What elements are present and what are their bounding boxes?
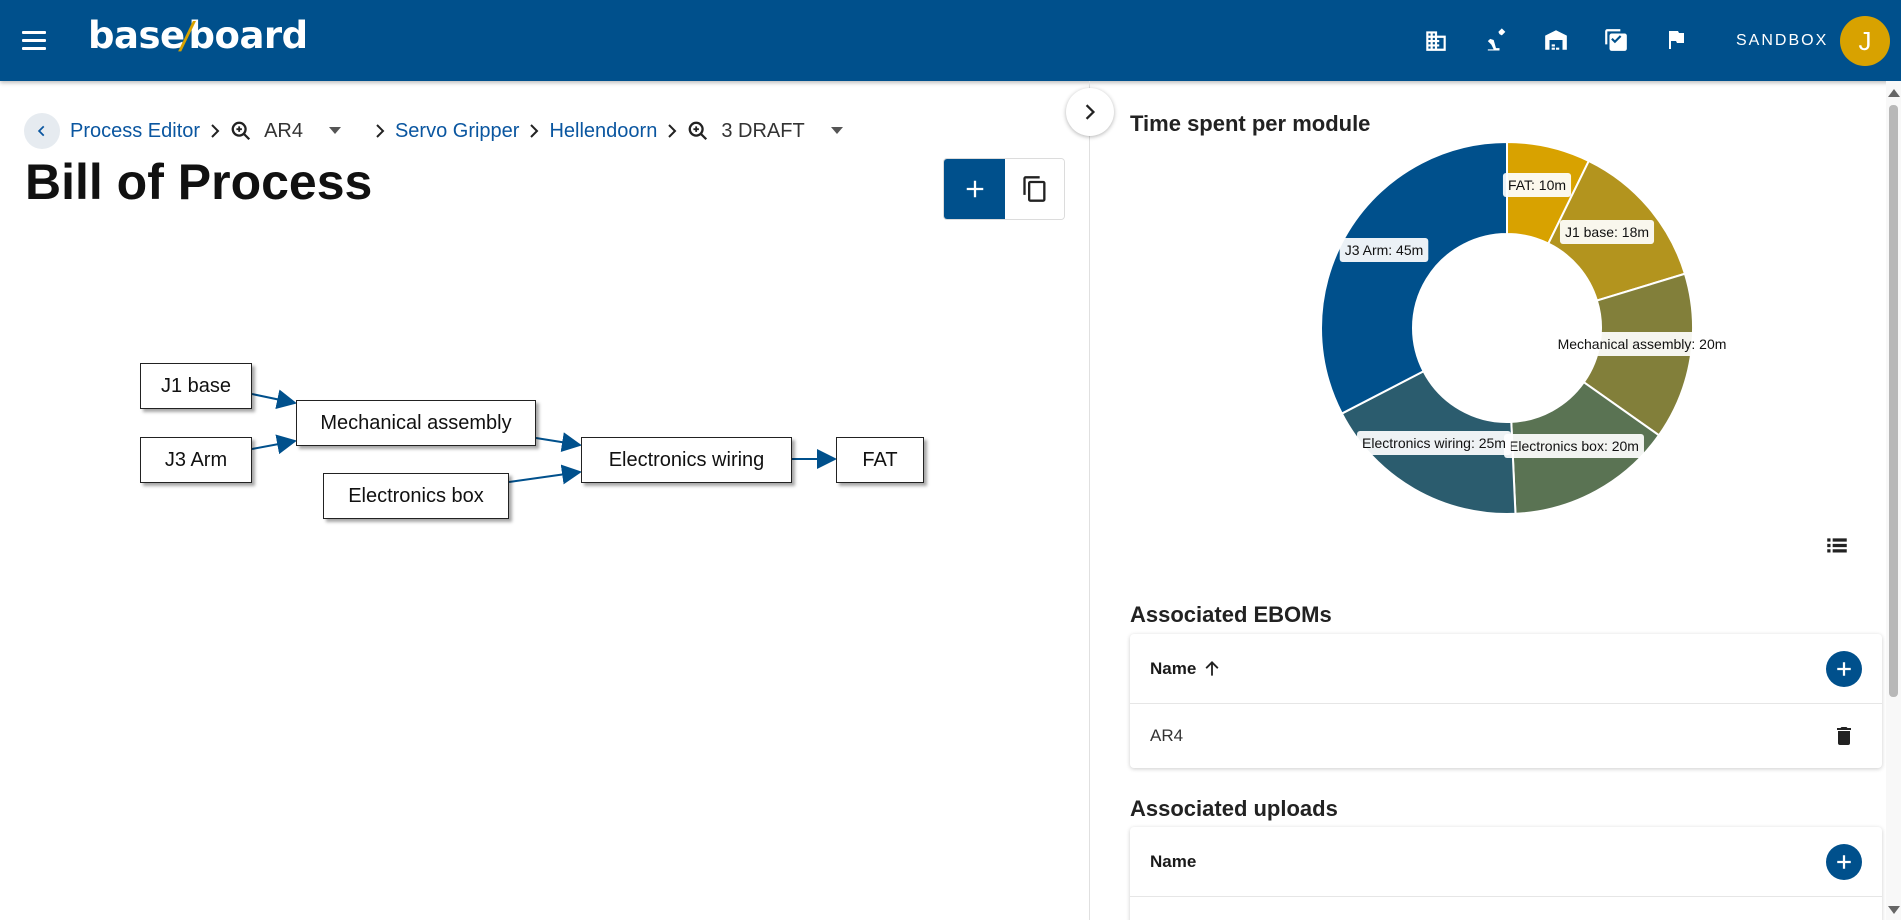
uploads-table-header: Name [1130, 827, 1882, 897]
table-row[interactable]: AR4 [1130, 704, 1882, 768]
donut-slice-label: FAT: 10m [1502, 173, 1572, 197]
breadcrumb-hellendoorn[interactable]: Hellendoorn [549, 120, 657, 143]
logo-board-text: board [188, 14, 309, 57]
app-logo[interactable]: base / board [88, 14, 308, 64]
environment-label: SANDBOX [1736, 32, 1829, 49]
search-icon[interactable] [687, 120, 709, 142]
svg-text:Electronics box: 20m: Electronics box: 20m [1509, 438, 1639, 454]
action-button-group [943, 158, 1065, 220]
revision-select[interactable]: 3 DRAFT [721, 120, 804, 143]
top-nav [1420, 24, 1692, 56]
add-upload-button[interactable] [1826, 844, 1862, 880]
node-j3-arm[interactable]: J3 Arm [140, 437, 252, 483]
copy-button[interactable] [1005, 159, 1064, 219]
plus-icon [1837, 855, 1851, 869]
edge-j1-mech [251, 389, 297, 410]
donut-slice[interactable] [1320, 140, 1508, 415]
edge-mech-ewire [535, 432, 582, 453]
chevron-right-icon [210, 124, 220, 138]
dropdown-arrow-icon[interactable] [830, 127, 843, 135]
chevron-right-icon [667, 124, 677, 138]
dropdown-arrow-icon[interactable] [328, 127, 341, 135]
name-column-header[interactable]: Name [1150, 852, 1196, 872]
donut-slice-label: Electronics box: 20m [1504, 434, 1644, 458]
uploads-section-title: Associated uploads [1130, 796, 1338, 821]
node-mechanical-assembly[interactable]: Mechanical assembly [296, 400, 536, 446]
building-icon[interactable] [1420, 24, 1452, 56]
product-select[interactable]: AR4 [264, 120, 303, 143]
ebom-table: Name AR4 [1130, 634, 1882, 768]
donut-slice-label: Mechanical assembly: 20m [1552, 332, 1732, 356]
copy-icon [1022, 176, 1045, 202]
plus-icon [1837, 662, 1851, 676]
donut-slice-label: Electronics wiring: 25m [1357, 431, 1511, 455]
table-row[interactable] [1130, 897, 1882, 920]
trash-icon[interactable] [1832, 724, 1856, 748]
collapse-panel-button[interactable] [1066, 88, 1114, 136]
scroll-down-arrow[interactable] [1888, 906, 1900, 914]
logo-base-text: base [88, 14, 185, 57]
chevron-left-icon [37, 125, 45, 137]
back-button[interactable] [24, 113, 60, 149]
svg-text:FAT: 10m: FAT: 10m [1508, 177, 1566, 193]
node-j1-base[interactable]: J1 base [140, 363, 252, 409]
plus-icon [966, 180, 983, 198]
search-icon[interactable] [230, 120, 252, 142]
warehouse-icon[interactable] [1540, 24, 1572, 56]
ebom-table-header: Name [1130, 634, 1882, 704]
add-ebom-button[interactable] [1826, 651, 1862, 687]
donut-slice-label: J1 base: 18m [1559, 220, 1655, 244]
name-column-header[interactable]: Name [1150, 659, 1196, 679]
ebom-section-title: Associated EBOMs [1130, 602, 1332, 627]
add-step-button[interactable] [944, 159, 1005, 219]
panel-scrollbar[interactable] [1886, 81, 1901, 920]
sort-ascending-icon[interactable] [1202, 659, 1222, 679]
checklist-icon[interactable] [1600, 24, 1632, 56]
robot-arm-icon[interactable] [1480, 24, 1512, 56]
node-electronics-wiring[interactable]: Electronics wiring [581, 437, 792, 483]
breadcrumb-process-editor[interactable]: Process Editor [70, 120, 200, 143]
scroll-up-arrow[interactable] [1888, 89, 1900, 97]
edge-j3-mech [251, 434, 297, 455]
breadcrumb: Process Editor AR4 Servo Gripper Hellend… [24, 113, 857, 149]
user-avatar[interactable]: J [1840, 16, 1890, 66]
chevron-right-icon [375, 124, 385, 138]
chevron-right-icon [529, 124, 539, 138]
page-title: Bill of Process [25, 154, 373, 210]
chevron-right-icon [1085, 104, 1096, 120]
breadcrumb-servo-gripper[interactable]: Servo Gripper [395, 120, 520, 143]
node-electronics-box[interactable]: Electronics box [323, 473, 509, 519]
process-editor-pane: Process Editor AR4 Servo Gripper Hellend… [0, 81, 1089, 920]
node-fat[interactable]: FAT [836, 437, 924, 483]
menu-icon[interactable] [20, 28, 48, 54]
svg-text:J1 base: 18m: J1 base: 18m [1565, 224, 1649, 240]
time-per-module-donut-chart: FAT: 10m J1 base: 18m Mechanical assembly:… [1320, 140, 1732, 515]
svg-text:Electronics wiring: 25m: Electronics wiring: 25m [1362, 435, 1506, 451]
uploads-table: Name [1130, 827, 1882, 920]
ebom-name-cell: AR4 [1150, 726, 1184, 745]
app-header: base / board SANDBOX J [0, 0, 1901, 81]
edge-ebox-ewire [508, 464, 582, 485]
details-panel: Time spent per module FAT: 10m J1 base: 1… [1090, 81, 1901, 920]
flag-icon[interactable] [1660, 24, 1692, 56]
scroll-thumb[interactable] [1889, 105, 1898, 697]
list-view-icon[interactable] [1824, 533, 1850, 559]
donut-slice-label: J3 Arm: 45m [1339, 238, 1429, 262]
svg-text:Mechanical assembly: 20m: Mechanical assembly: 20m [1558, 336, 1727, 352]
svg-text:J3 Arm: 45m: J3 Arm: 45m [1345, 242, 1424, 258]
